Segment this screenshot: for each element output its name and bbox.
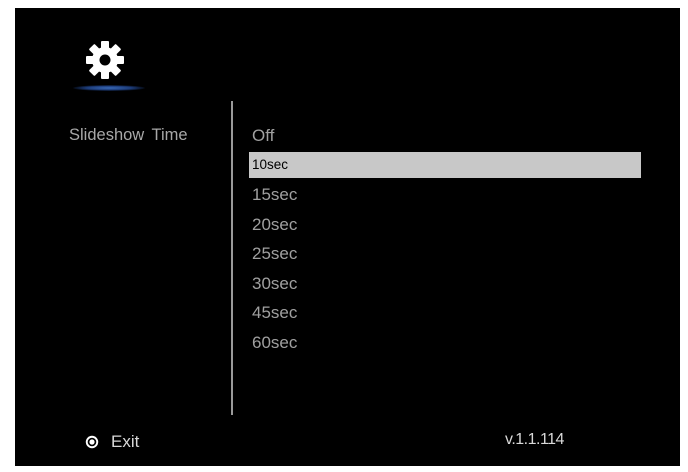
option-15sec[interactable]: 15sec [249, 180, 641, 210]
exit-button[interactable]: Exit [85, 431, 139, 453]
version-label: v.1.1.114 [505, 431, 564, 448]
gear-underline-glow [73, 85, 145, 91]
exit-label: Exit [111, 432, 140, 451]
option-60sec[interactable]: 60sec [249, 328, 641, 358]
option-off[interactable]: Off [249, 121, 641, 151]
option-30sec[interactable]: 30sec [249, 269, 641, 299]
remote-button-icon [85, 435, 99, 449]
option-list: Off 10sec 15sec 20sec 25sec 30sec 45sec … [249, 121, 641, 357]
setting-label: Slideshow Time [69, 126, 188, 144]
vertical-divider [231, 101, 233, 415]
option-10sec-selected[interactable]: 10sec [249, 152, 641, 178]
settings-screen: Slideshow Time Off 10sec 15sec 20sec 25s… [15, 8, 680, 466]
option-20sec[interactable]: 20sec [249, 210, 641, 240]
option-45sec[interactable]: 45sec [249, 298, 641, 328]
option-25sec[interactable]: 25sec [249, 239, 641, 269]
gear-icon [85, 40, 125, 80]
